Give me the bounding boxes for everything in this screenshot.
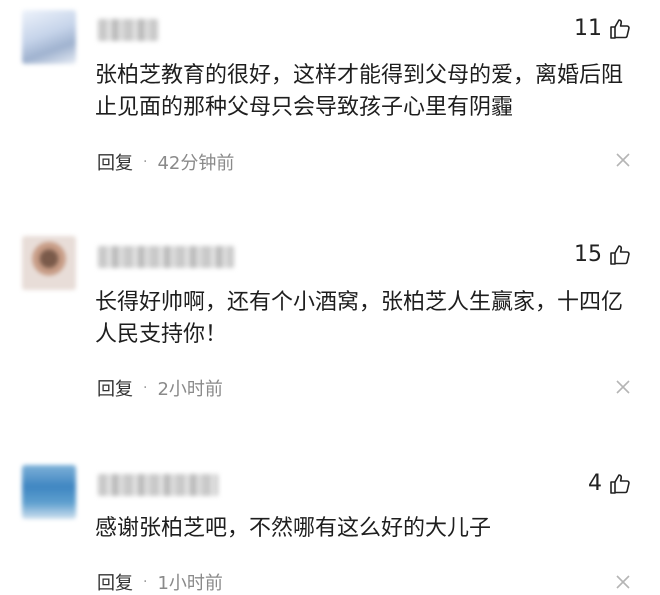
separator-dot: ·	[143, 380, 148, 396]
comment-meta: 回复 · 1小时前	[97, 569, 223, 595]
thumbs-up-icon	[610, 18, 630, 39]
thumbs-up-icon	[610, 473, 630, 494]
comment-meta: 回复 · 42分钟前	[97, 149, 234, 175]
username[interactable]	[98, 19, 158, 41]
thumbs-up-icon	[610, 244, 630, 265]
timestamp: 1小时前	[157, 573, 223, 594]
like-button[interactable]: 4	[588, 471, 632, 496]
reply-button[interactable]: 回复	[97, 375, 133, 401]
like-count: 15	[574, 242, 602, 267]
like-button[interactable]: 11	[574, 16, 632, 41]
separator-dot: ·	[143, 154, 148, 170]
username[interactable]	[98, 246, 234, 268]
separator-dot: ·	[143, 574, 148, 590]
username[interactable]	[98, 474, 218, 496]
timestamp: 42分钟前	[157, 153, 235, 174]
comment-meta: 回复 · 2小时前	[97, 375, 223, 401]
timestamp: 2小时前	[157, 379, 223, 400]
comment-text: 长得好帅啊，还有个小酒窝，张柏芝人生赢家，十四亿人民支持你！	[95, 290, 624, 347]
reply-button[interactable]: 回复	[97, 569, 133, 595]
reply-button[interactable]: 回复	[97, 149, 133, 175]
avatar[interactable]	[22, 10, 76, 64]
comment-text: 感谢张柏芝吧，不然哪有这么好的大儿子	[95, 516, 492, 541]
comment-text: 张柏芝教育的很好，这样才能得到父母的爱，离婚后阻止见面的那种父母只会导致孩子心里…	[95, 63, 624, 120]
like-count: 11	[574, 16, 602, 41]
close-icon[interactable]	[616, 153, 630, 167]
close-icon[interactable]	[616, 380, 630, 394]
like-count: 4	[588, 471, 602, 496]
avatar[interactable]	[22, 236, 76, 290]
like-button[interactable]: 15	[574, 242, 632, 267]
avatar[interactable]	[22, 465, 76, 519]
close-icon[interactable]	[616, 575, 630, 589]
